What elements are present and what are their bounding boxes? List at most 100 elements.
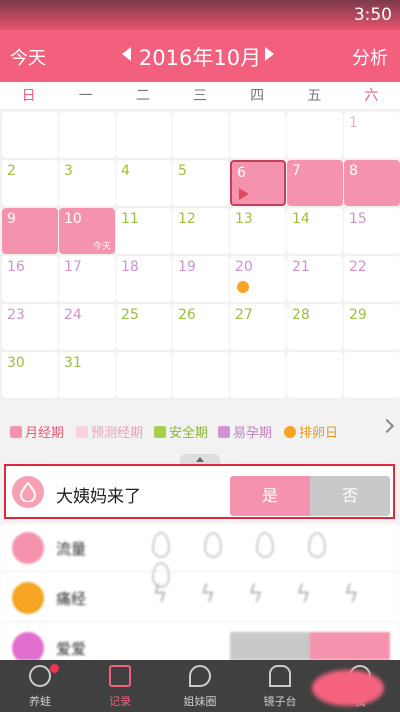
calendar-empty-cell [173,352,229,398]
calendar-day-7[interactable]: 7 [287,160,343,206]
tab-frog[interactable]: 养蛙 [0,660,80,712]
period-came-label: 大姨妈来了 [56,487,141,507]
day-number: 9 [7,211,16,227]
day-number: 19 [178,259,196,275]
calendar-day-18[interactable]: 18 [116,256,172,302]
calendar-day-16[interactable]: 16 [2,256,58,302]
weekday-fri: 五 [307,88,322,104]
record-label: 流量 [56,540,87,558]
calendar-day-30[interactable]: 30 [2,352,58,398]
calendar-day-23[interactable]: 23 [2,304,58,350]
calendar-day-20[interactable]: 20 [230,256,286,302]
calendar-day-17[interactable]: 17 [59,256,115,302]
notification-badge [50,664,59,673]
calendar-day-24[interactable]: 24 [59,304,115,350]
day-number: 21 [292,259,310,275]
weekday-sat: 六 [364,88,379,104]
month-title: 2016年10月 [138,46,262,70]
calendar-day-13[interactable]: 13 [230,208,286,254]
day-number: 26 [178,307,196,323]
calendar-day-22[interactable]: 22 [344,256,400,302]
calendar-empty-cell [116,112,172,158]
calendar-day-6[interactable]: 6 [230,160,286,206]
calendar-day-4[interactable]: 4 [116,160,172,206]
tab-label: 镜子台 [263,695,297,708]
calendar-day-15[interactable]: 15 [344,208,400,254]
next-month-icon[interactable] [265,47,274,61]
calendar-empty-cell [116,352,172,398]
calendar-day-25[interactable]: 25 [116,304,172,350]
today-tag: 今天 [92,242,111,252]
weekday-wed: 三 [192,88,207,104]
calendar-empty-cell [173,112,229,158]
legend-fertile: 易孕期 [218,422,272,441]
app-header: 今天 2016年10月 分析 [0,30,400,82]
day-number: 20 [235,259,253,275]
calendar-day-8[interactable]: 8 [344,160,400,206]
calendar-day-9[interactable]: 9 [2,208,58,254]
calendar-day-21[interactable]: 21 [287,256,343,302]
calendar-empty-cell [287,352,343,398]
calendar-empty-cell [287,112,343,158]
tab-community[interactable]: 姐妹圈 [160,660,240,712]
calendar-day-3[interactable]: 3 [59,160,115,206]
tab-record[interactable]: 记录 [80,660,160,712]
calendar-empty-cell [2,112,58,158]
calendar-day-2[interactable]: 2 [2,160,58,206]
day-number: 16 [7,259,25,275]
chevron-right-icon[interactable] [379,418,395,434]
love-icon [12,632,44,660]
tab-label: 养蛙 [29,695,51,708]
calendar-day-12[interactable]: 12 [173,208,229,254]
day-number: 7 [292,163,301,179]
drop-icon [12,476,44,508]
calendar-day-19[interactable]: 19 [173,256,229,302]
record-label: 痛经 [56,590,87,608]
record-row-love[interactable]: 爱爱 [0,624,400,660]
floating-overlay [312,670,384,706]
calendar-empty-cell [230,112,286,158]
weekday-sun: 日 [21,88,36,104]
day-number: 27 [235,307,253,323]
no-button[interactable]: 否 [310,476,390,516]
status-time: 3:50 [353,5,392,25]
calendar-day-11[interactable]: 11 [116,208,172,254]
tab-label: 姐妹圈 [183,695,217,708]
record-list: 流量 痛经 ϟϟϟϟϟ 爱爱 [0,524,400,660]
weekday-mon: 一 [78,88,93,104]
day-number: 13 [235,211,253,227]
love-no-button[interactable] [310,632,390,660]
cramps-level-bolts[interactable]: ϟϟϟϟϟ [152,580,391,608]
calendar-empty-cell [344,352,400,398]
calendar-day-27[interactable]: 27 [230,304,286,350]
weekday-header: 日 一 二 三 四 五 六 [0,82,400,110]
day-number: 11 [121,211,139,227]
legend-predicted: 预测经期 [76,422,143,441]
calendar-day-31[interactable]: 31 [59,352,115,398]
flow-icon [12,532,44,564]
calendar-empty-cell [230,352,286,398]
record-row-flow[interactable]: 流量 [0,524,400,588]
calendar-day-10[interactable]: 10 今天 [59,208,115,254]
day-number: 31 [64,355,82,371]
analysis-button[interactable]: 分析 [352,44,388,70]
calendar-day-28[interactable]: 28 [287,304,343,350]
weekday-tue: 二 [135,88,150,104]
calendar-day-5[interactable]: 5 [173,160,229,206]
day-number: 24 [64,307,82,323]
calendar-day-29[interactable]: 29 [344,304,400,350]
calendar-day-26[interactable]: 26 [173,304,229,350]
love-yes-button[interactable] [230,632,310,660]
record-row-cramps[interactable]: 痛经 ϟϟϟϟϟ [0,574,400,622]
calendar-day-14[interactable]: 14 [287,208,343,254]
cramps-icon [12,582,44,614]
day-number: 29 [349,307,367,323]
day-number: 30 [7,355,25,371]
day-number: 10 [64,211,82,227]
calendar-day-1[interactable]: 1 [344,112,400,158]
yes-button[interactable]: 是 [230,476,310,516]
day-number: 23 [7,307,25,323]
period-start-icon [239,188,249,200]
day-number: 17 [64,259,82,275]
tab-mirror[interactable]: 镜子台 [240,660,320,712]
